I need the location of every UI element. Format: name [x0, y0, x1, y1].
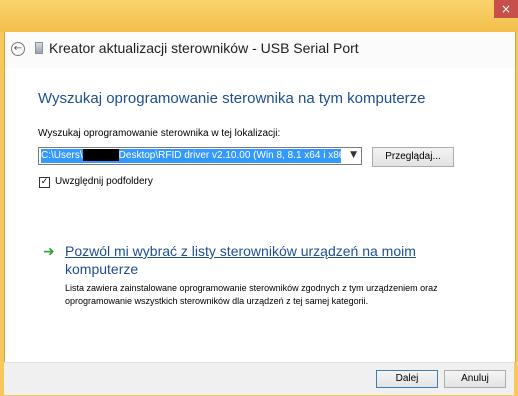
redacted-username — [82, 149, 119, 161]
wizard-header: ← Kreator aktualizacji sterowników - USB… — [5, 32, 515, 68]
chevron-down-icon[interactable]: ▼ — [350, 150, 357, 160]
cancel-button[interactable]: Anuluj — [444, 370, 506, 388]
title-bar: × — [0, 0, 518, 32]
option-description: Lista zawiera zainstalowane oprogramowan… — [65, 283, 438, 306]
back-arrow-icon[interactable]: ← — [11, 42, 25, 56]
wizard-footer: Dalej Anuluj — [4, 362, 514, 395]
wizard-window: ← Kreator aktualizacji sterowników - USB… — [4, 32, 516, 362]
location-label: Wyszukaj oprogramowanie sterownika w tej… — [38, 128, 281, 139]
wizard-title: Kreator aktualizacji sterowników - USB S… — [49, 40, 359, 56]
next-button[interactable]: Dalej — [376, 370, 438, 388]
choose-driver-from-list-link[interactable]: Pozwól mi wybrać z listy sterowników urz… — [65, 242, 455, 278]
browse-button[interactable]: Przeglądaj... — [372, 147, 454, 167]
usb-device-icon — [35, 42, 43, 54]
page-heading: Wyszukaj oprogramowanie sterownika na ty… — [38, 90, 426, 107]
driver-path-input[interactable]: C:\Users\ Desktop\RFID driver v2.10.00 (W… — [41, 149, 341, 163]
green-arrow-icon: ➜ — [43, 244, 55, 260]
driver-path-combobox[interactable]: C:\Users\ Desktop\RFID driver v2.10.00 (W… — [38, 147, 362, 165]
option-link-line2: komputerze — [65, 261, 139, 277]
path-prefix: C:\Users\ — [41, 150, 83, 162]
option-link-line1: Pozwól mi wybrać z listy sterowników urz… — [65, 243, 416, 259]
include-subfolders-checkbox[interactable]: ✓ — [39, 177, 50, 188]
include-subfolders-label: Uwzględnij podfoldery — [55, 176, 153, 187]
close-button[interactable]: × — [494, 0, 518, 18]
path-suffix: Desktop\RFID driver v2.10.00 (Win 8, 8.1… — [118, 150, 341, 162]
